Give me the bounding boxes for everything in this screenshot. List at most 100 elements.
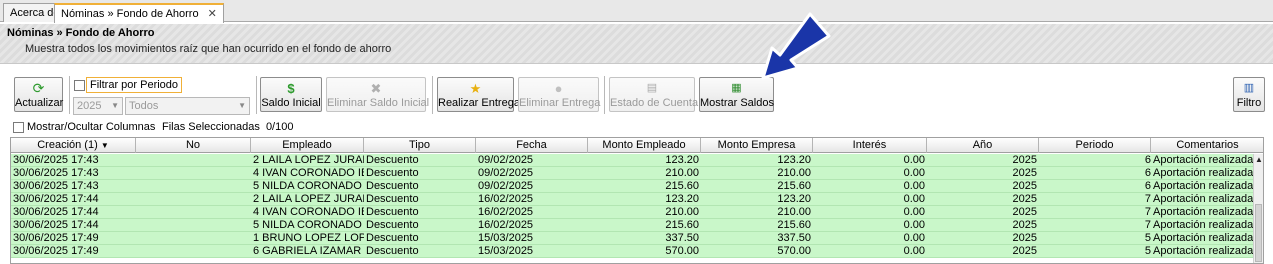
cell-interes: 0.00 (903, 219, 925, 231)
column-header-label: Tipo (409, 139, 430, 151)
cell-anio: 2025 (1012, 193, 1037, 205)
eliminar-saldo-inicial-label: Eliminar Saldo Inicial (327, 97, 430, 109)
toolbar-divider (69, 76, 70, 114)
cell-anio: 2025 (1012, 167, 1037, 179)
cell-fecha: 16/02/2025 (478, 219, 534, 231)
cell-anio: 2025 (1012, 154, 1037, 166)
star-icon: ★ (469, 81, 482, 96)
close-icon[interactable]: ✕ (208, 8, 217, 20)
cell-no (136, 167, 251, 180)
estado-cuenta-label: Estado de Cuenta (610, 97, 699, 109)
cell-no (136, 193, 251, 206)
scrollbar-thumb[interactable] (1255, 204, 1262, 262)
saldo-inicial-label: Saldo Inicial (261, 97, 321, 109)
table-row[interactable]: 30/06/2025 17:49 1 BRUNO LOPEZ LOPEZDescu… (11, 232, 1255, 245)
module-header: Nóminas » Fondo de Ahorro Muestra todos … (0, 24, 1273, 64)
cell-monto-empresa: 210.00 (777, 167, 811, 179)
column-header-no[interactable]: No (136, 138, 251, 153)
table-row[interactable]: 30/06/2025 17:44 4 IVAN CORONADO IBA...De… (11, 206, 1255, 219)
realizar-entrega-label: Realizar Entrega (438, 97, 520, 109)
table-row[interactable]: 30/06/2025 17:49 6 GABRIELA IZAMAR MA...D… (11, 245, 1255, 258)
grid-options-bar: Mostrar/Ocultar Columnas Filas Seleccion… (0, 120, 1273, 136)
column-header-monto-empresa[interactable]: Monto Empresa (701, 138, 813, 153)
cell-comentarios: Aportación realizada ví... (1153, 193, 1255, 205)
cell-empleado: 2 LAILA LOPEZ JURADO (253, 193, 364, 205)
column-header-comentarios[interactable]: Comentarios (1151, 138, 1263, 153)
cell-interes: 0.00 (903, 167, 925, 179)
cell-monto-empleado: 210.00 (665, 206, 699, 218)
eliminar-entrega-label: Eliminar Entrega (519, 97, 601, 109)
tab-bar: Acerca de Nóminas » Fondo de Ahorro ✕ (0, 0, 1273, 23)
cell-comentarios: Aportación realizada ví... (1153, 167, 1255, 179)
cell-fecha: 09/02/2025 (478, 180, 534, 192)
cell-tipo: Descuento (366, 206, 419, 218)
cell-tipo: Descuento (366, 180, 419, 192)
column-header-fecha[interactable]: Fecha (476, 138, 588, 153)
cell-anio: 2025 (1012, 206, 1037, 218)
table-row[interactable]: 30/06/2025 17:44 2 LAILA LOPEZ JURADODesc… (11, 193, 1255, 206)
saldo-inicial-button[interactable]: $ Saldo Inicial (260, 77, 322, 112)
realizar-entrega-button[interactable]: ★ Realizar Entrega (437, 77, 520, 112)
period-select[interactable]: Todos ▼ (125, 97, 250, 115)
cell-monto-empresa: 123.20 (777, 193, 811, 205)
page-description: Muestra todos los movimientos raíz que h… (25, 43, 392, 55)
table-row[interactable]: 30/06/2025 17:43 5 NILDA CORONADO IB...De… (11, 180, 1255, 193)
column-header-creacion[interactable]: Creación (1) ▼ (11, 138, 136, 153)
cell-creacion: 30/06/2025 17:44 (13, 206, 99, 218)
cell-no (136, 154, 251, 167)
eliminar-entrega-button[interactable]: ● Eliminar Entrega (518, 77, 601, 112)
column-header-monto-empleado[interactable]: Monto Empleado (588, 138, 701, 153)
column-header-anio[interactable]: Año (927, 138, 1039, 153)
filtro-button[interactable]: ▥ Filtro (1233, 77, 1265, 112)
toolbar-divider (604, 76, 605, 114)
spreadsheet-icon: ▦ (731, 82, 742, 94)
cell-no (136, 180, 251, 193)
toolbar-divider (256, 76, 257, 114)
table-row[interactable]: 30/06/2025 17:43 2 LAILA LOPEZ JURADODesc… (11, 154, 1255, 167)
column-header-tipo[interactable]: Tipo (364, 138, 476, 153)
cell-comentarios: Aportación realizada ví... (1153, 219, 1255, 231)
column-header-periodo[interactable]: Periodo (1039, 138, 1151, 153)
cell-no (136, 219, 251, 232)
cell-empleado: 2 LAILA LOPEZ JURADO (253, 154, 364, 166)
column-header-label: Creación (1) (37, 139, 98, 151)
vertical-scrollbar[interactable]: ▲ (1253, 154, 1263, 263)
column-header-label: Fecha (516, 139, 547, 151)
toggle-columns-checkbox[interactable] (13, 122, 24, 133)
toggle-columns-label[interactable]: Mostrar/Ocultar Columnas (27, 121, 155, 133)
mostrar-saldos-button[interactable]: ▦ Mostrar Saldos (699, 77, 774, 112)
cell-no (136, 206, 251, 219)
column-header-empleado[interactable]: Empleado (251, 138, 364, 153)
column-header-interes[interactable]: Interés (813, 138, 927, 153)
filter-period-label[interactable]: Filtrar por Periodo (86, 77, 183, 93)
delete-icon: ● (554, 81, 563, 96)
chevron-down-icon: ▼ (238, 101, 246, 110)
column-header-label: Empleado (282, 139, 332, 151)
estado-cuenta-button[interactable]: ▤ Estado de Cuenta (609, 77, 699, 112)
table-header: Creación (1) ▼ No Empleado Tipo Fecha Mo… (11, 138, 1263, 153)
refresh-button[interactable]: ⟳ Actualizar (14, 77, 63, 112)
eliminar-saldo-inicial-button[interactable]: ✖ Eliminar Saldo Inicial (326, 77, 430, 112)
period-select-value: Todos (129, 100, 159, 112)
tab-fondo-ahorro[interactable]: Nóminas » Fondo de Ahorro ✕ (54, 3, 224, 23)
cell-creacion: 30/06/2025 17:49 (13, 232, 99, 244)
table-row[interactable]: 30/06/2025 17:43 4 IVAN CORONADO IBA...De… (11, 167, 1255, 180)
cell-monto-empresa: 570.00 (777, 245, 811, 257)
cell-interes: 0.00 (903, 154, 925, 166)
cell-fecha: 16/02/2025 (478, 193, 534, 205)
column-header-label: Comentarios (1176, 139, 1239, 151)
table-row[interactable]: 30/06/2025 17:44 5 NILDA CORONADO IB...De… (11, 219, 1255, 232)
cell-empleado: 5 NILDA CORONADO IB... (253, 180, 364, 192)
year-select[interactable]: 2025 ▼ (73, 97, 123, 115)
cell-monto-empleado: 123.20 (665, 193, 699, 205)
cell-interes: 0.00 (903, 180, 925, 192)
cell-monto-empleado: 215.60 (665, 219, 699, 231)
filter-period-checkbox[interactable] (74, 80, 85, 91)
cell-comentarios: Aportación realizada ví... (1153, 245, 1255, 257)
cell-monto-empleado: 570.00 (665, 245, 699, 257)
cell-empleado: 5 NILDA CORONADO IB... (253, 219, 364, 231)
refresh-icon: ⟳ (32, 80, 45, 96)
cell-monto-empleado: 337.50 (665, 232, 699, 244)
cell-interes: 0.00 (903, 232, 925, 244)
scroll-up-icon[interactable]: ▲ (1255, 155, 1263, 164)
